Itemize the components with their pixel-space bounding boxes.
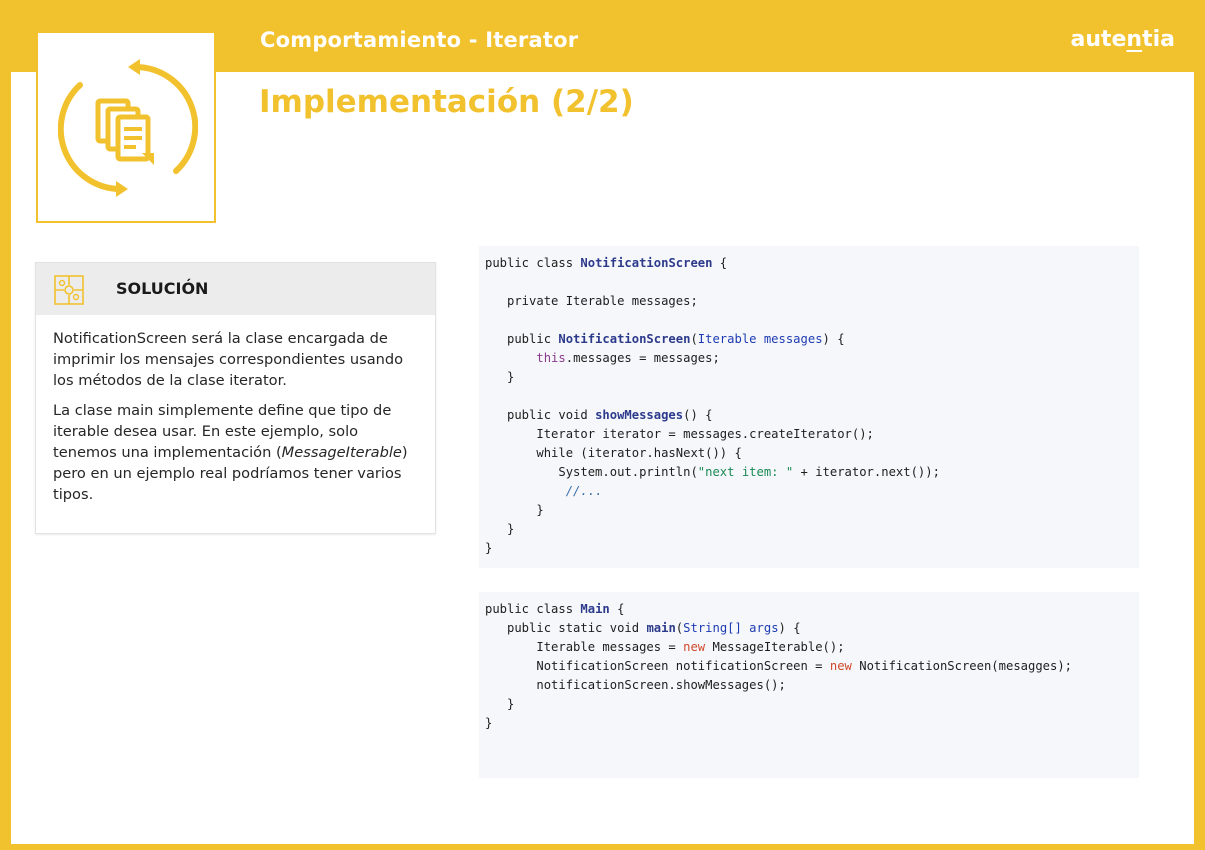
code-line: public static void main(String[] args) { [485, 621, 801, 635]
code-line: System.out.println("next item: " + itera… [485, 465, 940, 479]
code-line: ​ [485, 311, 1133, 330]
code-line: public class NotificationScreen { [485, 256, 728, 270]
code-line: ​ [485, 273, 1133, 292]
code-line: public class Main { [485, 602, 625, 616]
code-line: public void showMessages() { [485, 408, 713, 422]
solution-card-header: SOLUCIÓN [36, 263, 435, 315]
code-line: } [485, 541, 493, 555]
message-iterable-term: MessageIterable [281, 444, 402, 461]
solution-paragraph-2: La clase main simplemente define que tip… [53, 400, 418, 505]
code-line: this.messages = messages; [536, 351, 720, 365]
iterator-logo-box [36, 33, 216, 223]
code-line: private Iterable messages; [485, 294, 698, 308]
section-title: Comportamiento - Iterator [260, 28, 579, 52]
code-line: } [485, 716, 493, 730]
code-line: } [485, 370, 515, 384]
code-line: notificationScreen.showMessages(); [485, 678, 786, 692]
iterator-cycle-documents-icon [58, 59, 198, 197]
code-line: } [485, 503, 544, 517]
solution-card: SOLUCIÓN NotificationScreen será la clas… [35, 262, 436, 534]
code-line: //... [565, 484, 603, 498]
puzzle-icon [54, 275, 84, 305]
code-line: } [485, 522, 515, 536]
code-block-notification-screen: public class NotificationScreen { ​ priva… [479, 246, 1139, 568]
code-line: ​ [485, 387, 1133, 406]
brand-text: autentia [1070, 27, 1175, 52]
solution-paragraph-1: NotificationScreen será la clase encarga… [53, 330, 404, 389]
brand-logo: autentia [1070, 27, 1175, 52]
code-block-main: public class Main { public static void m… [479, 592, 1139, 778]
code-line: } [485, 697, 515, 711]
code-line: public NotificationScreen(Iterable messa… [485, 332, 845, 346]
code-line: while (iterator.hasNext()) { [485, 446, 742, 460]
solution-body: NotificationScreen será la clase encarga… [36, 315, 435, 505]
solution-heading: SOLUCIÓN [116, 279, 209, 298]
page-title: Implementación (2/2) [259, 84, 634, 120]
code-line: NotificationScreen notificationScreen = … [485, 659, 1073, 673]
code-line: Iterator iterator = messages.createItera… [485, 427, 874, 441]
code-line: Iterable messages = new MessageIterable(… [485, 640, 845, 654]
